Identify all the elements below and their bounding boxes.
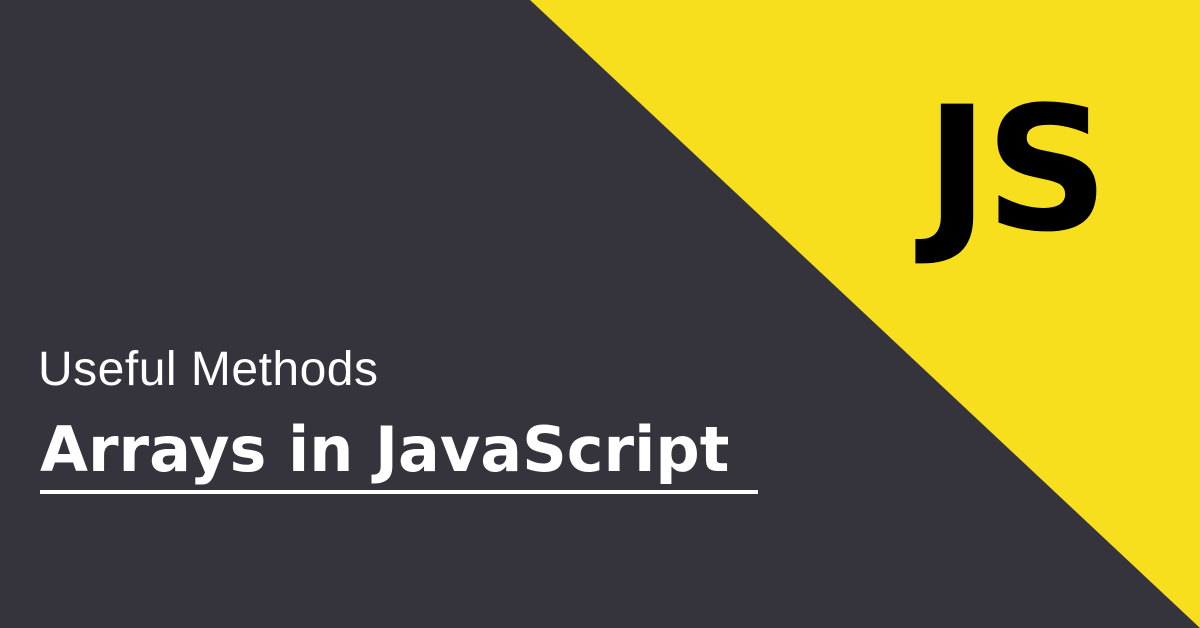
- page-title: Arrays in JavaScript: [40, 413, 730, 486]
- js-logo: JS: [925, 69, 1109, 270]
- banner: JS Useful Methods Arrays in JavaScript: [0, 0, 1200, 628]
- subtitle: Useful Methods: [38, 343, 379, 396]
- title-underline: [40, 490, 758, 494]
